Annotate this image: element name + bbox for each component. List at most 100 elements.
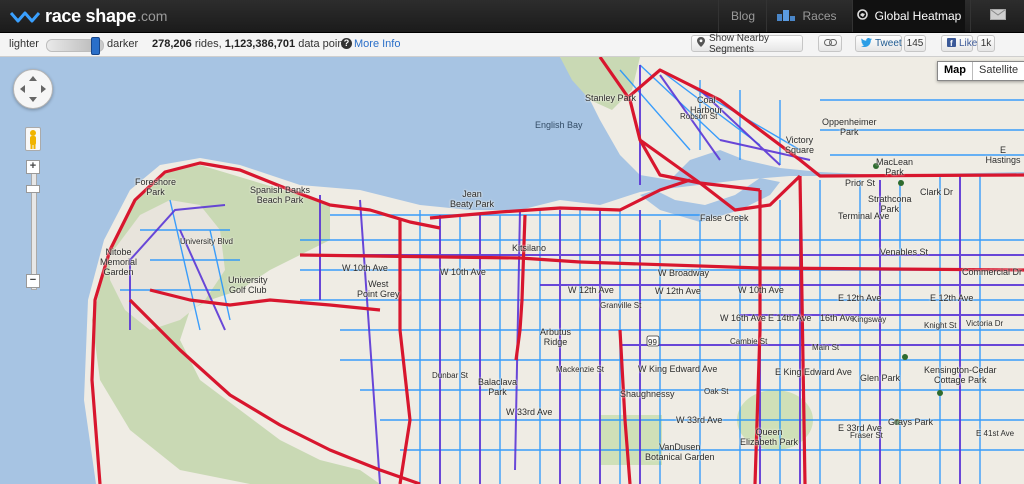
label-fraser-st: Fraser St [850, 431, 883, 440]
points-count: 1,123,386,701 [224, 38, 296, 50]
label-west-point-grey: West Point Grey [357, 279, 400, 299]
label-english-bay: English Bay [535, 120, 583, 130]
nav-races-label: Races [802, 9, 837, 23]
label-w-16th-ave: W 16th Ave [720, 313, 766, 323]
label-ubc-golf-club: University Golf Club [228, 275, 268, 295]
location-pin-icon [697, 37, 705, 50]
show-nearby-segments-label: Show Nearby Segments [709, 32, 770, 55]
label-spanish-banks: Spanish Banks Beach Park [250, 185, 311, 205]
top-navbar: race shape .com Blog Races Global Heatma… [0, 0, 1024, 33]
label-main-st: Main St [812, 343, 840, 352]
label-jean-beaty-park: Jean Beaty Park [450, 189, 495, 209]
label-clark-dr: Clark Dr [920, 187, 953, 197]
label-university-blvd: University Blvd [180, 237, 233, 246]
pan-right-icon [41, 85, 46, 93]
label-arbutus-ridge: Arbutus Ridge [540, 327, 572, 347]
show-nearby-segments-button[interactable]: Show Nearby Segments [691, 32, 803, 55]
map-type-control: Map Satellite [937, 61, 1024, 81]
like-label: Like [959, 38, 978, 49]
heatmap-map[interactable]: Stanley Park English Bay Coal Harbour Ro… [0, 57, 1024, 484]
label-foreshore-park: Foreshore Park [135, 177, 177, 197]
logo-text: race shape [45, 5, 137, 26]
darker-label: darker [107, 38, 139, 50]
map-type-satellite-button[interactable]: Satellite [973, 62, 1024, 80]
label-kitsilano: Kitsilano [512, 243, 547, 253]
label-false-creek: False Creek [700, 213, 749, 223]
rides-suffix: rides, [191, 38, 225, 50]
label-e-41st-ave: E 41st Ave [976, 429, 1015, 438]
label-grays-park: Grays Park [888, 417, 934, 427]
label-kingsway: Kingsway [852, 315, 887, 324]
label-e-hastings: E Hastings [985, 145, 1021, 165]
label-queen-elizabeth-park: Queen Elizabeth Park [740, 427, 799, 447]
svg-text:f: f [950, 39, 953, 47]
zoom-slider-track[interactable] [31, 164, 37, 290]
label-victoria-dr: Victoria Dr [966, 319, 1004, 328]
label-maclean-park: MacLean Park [876, 157, 914, 177]
lighter-label: lighter [9, 38, 39, 50]
logo-wave-icon [10, 11, 40, 23]
intensity-slider-fill [47, 40, 95, 51]
label-kensington-park: Kensington-Cedar Cottage Park [924, 365, 997, 385]
chain-link-icon [823, 38, 837, 49]
label-e-king-edward: E King Edward Ave [775, 367, 852, 377]
more-info-link[interactable]: More Info [354, 38, 400, 50]
label-prior-st: Prior St [845, 178, 876, 188]
facebook-icon: f [947, 37, 956, 50]
label-w-12th-ave-b: W 12th Ave [655, 286, 701, 296]
podium-icon [777, 9, 796, 24]
globe-icon [856, 9, 868, 23]
label-w-10th-ave-b: W 10th Ave [440, 267, 486, 277]
label-nitobe-garden: Nitobe Memorial Garden [100, 247, 138, 277]
envelope-icon [990, 9, 1006, 23]
label-w-10th-ave-c: W 10th Ave [738, 285, 784, 295]
heatmap-toolbar: lighter darker 278,206 rides, 1,123,386,… [0, 33, 1024, 57]
label-w-10th-ave-a: W 10th Ave [342, 263, 388, 273]
nav-mail-link[interactable] [970, 0, 1024, 32]
label-shaughnessy: Shaughnessy [620, 389, 675, 399]
tweet-label: Tweet [875, 38, 902, 49]
info-icon[interactable]: ? [341, 38, 352, 49]
label-knight-st: Knight St [924, 321, 957, 330]
label-vandusen-garden: VanDusen Botanical Garden [645, 442, 715, 462]
zoom-in-button[interactable]: + [26, 160, 40, 174]
label-terminal-ave: Terminal Ave [838, 211, 890, 221]
pan-down-icon [29, 97, 37, 102]
label-stanley-park: Stanley Park [585, 93, 637, 103]
rides-count: 278,206 [152, 38, 192, 50]
label-glen-park: Glen Park [860, 373, 901, 383]
site-logo[interactable]: race shape .com [10, 5, 167, 27]
label-highway-99: 99 [648, 338, 657, 347]
label-w-king-edward: W King Edward Ave [638, 364, 718, 374]
street-view-pegman-icon[interactable] [25, 127, 41, 151]
label-w-broadway: W Broadway [658, 268, 710, 278]
tweet-button[interactable]: Tweet [855, 35, 902, 52]
pan-up-icon [29, 76, 37, 81]
intensity-slider[interactable] [46, 37, 104, 55]
label-e-14th-ave: E 14th Ave [768, 313, 812, 323]
pan-control[interactable] [13, 69, 53, 109]
twitter-bird-icon [861, 37, 872, 50]
label-mackenzie-st: Mackenzie St [556, 365, 605, 374]
label-cambie-st: Cambie St [730, 337, 768, 346]
label-w-33rd-ave-b: W 33rd Ave [676, 415, 723, 425]
intensity-slider-handle[interactable] [91, 37, 100, 55]
map-type-map-button[interactable]: Map [938, 62, 973, 80]
label-victory-square: Victory Square [785, 135, 815, 155]
label-w-33rd-ave: W 33rd Ave [506, 407, 553, 417]
share-link-button[interactable] [818, 35, 842, 52]
facebook-like-button[interactable]: f Like [941, 35, 977, 52]
nav-heatmap-link[interactable]: Global Heatmap [852, 0, 965, 32]
label-16th-ave: 16th Ave [820, 313, 855, 323]
label-e-12th-ave-b: E 12th Ave [930, 293, 974, 303]
zoom-slider-handle[interactable] [26, 185, 40, 193]
label-balaclava-park: Balaclava Park [478, 377, 518, 397]
like-count: 1k [980, 38, 992, 49]
zoom-out-button[interactable]: − [26, 274, 40, 288]
ride-stats: 278,206 rides, 1,123,386,701 data points [152, 38, 352, 50]
nav-blog-link[interactable]: Blog [718, 0, 767, 32]
pan-left-icon [20, 85, 25, 93]
label-robson-st: Robson St [680, 112, 718, 121]
nav-heatmap-label: Global Heatmap [874, 9, 962, 23]
nav-races-link[interactable]: Races [766, 0, 847, 32]
